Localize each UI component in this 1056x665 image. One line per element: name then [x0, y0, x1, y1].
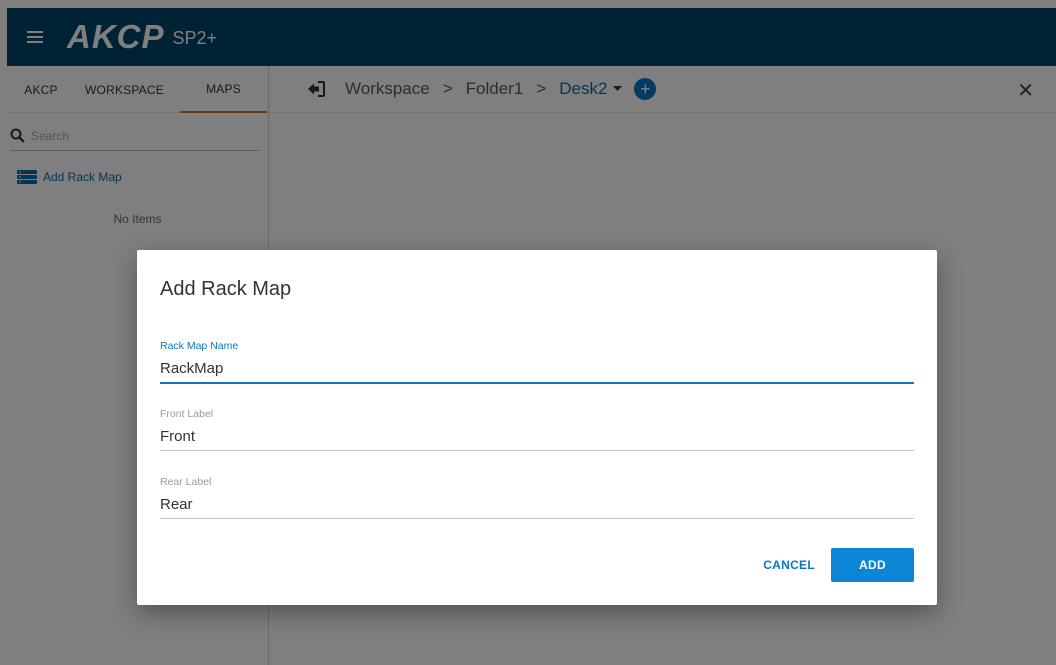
rear-label-field: Rear Label [160, 476, 914, 519]
dialog-title: Add Rack Map [160, 278, 292, 300]
app-page: AKCP SP2+ AKCP WORKSPACE MAPS [0, 0, 1056, 665]
front-label-label: Front Label [160, 408, 214, 420]
front-label-field: Front Label [160, 408, 914, 451]
add-rack-map-dialog: Add Rack Map Rack Map Name Front Label R… [137, 250, 937, 605]
rack-map-name-label: Rack Map Name [160, 340, 239, 352]
dialog-actions: CANCEL ADD [747, 548, 914, 582]
cancel-button[interactable]: CANCEL [747, 548, 831, 582]
rack-map-name-field: Rack Map Name [160, 340, 914, 384]
add-button[interactable]: ADD [831, 548, 914, 582]
front-label-input[interactable] [160, 420, 914, 451]
rack-map-name-input[interactable] [160, 352, 914, 384]
rear-label-label: Rear Label [160, 476, 212, 488]
rear-label-input[interactable] [160, 488, 914, 519]
